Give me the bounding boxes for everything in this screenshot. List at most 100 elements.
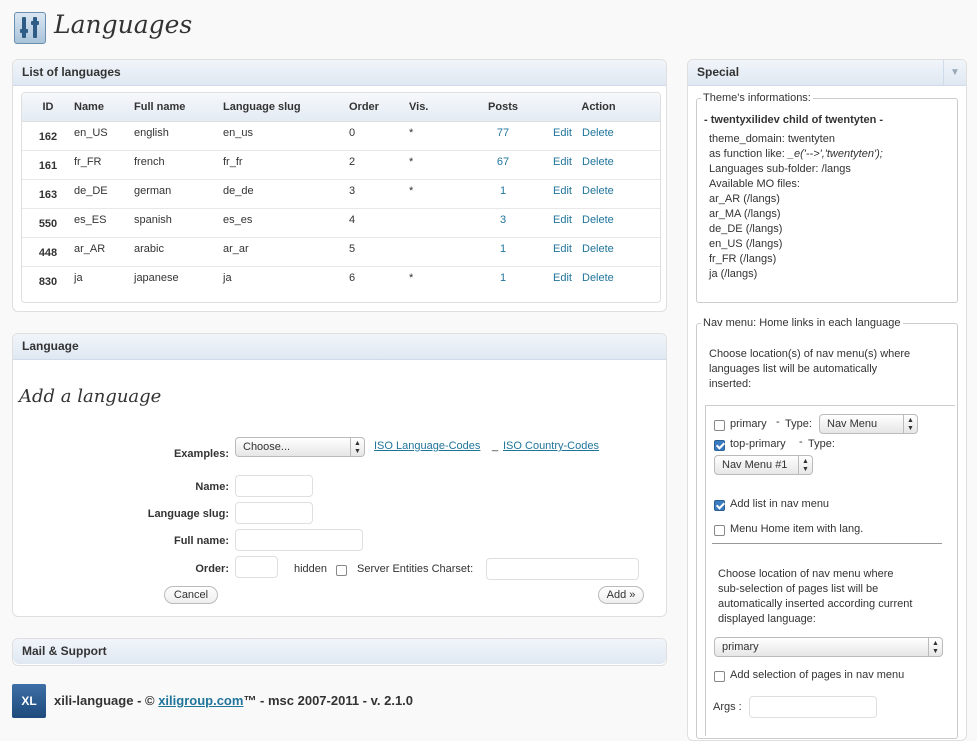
col-order[interactable]: Order	[349, 93, 409, 122]
mo-file-item: fr_FR (/langs)	[709, 253, 777, 265]
col-full-name[interactable]: Full name	[134, 93, 223, 122]
cell-slug: ja	[223, 272, 232, 284]
posts-count-link[interactable]: 1	[500, 243, 506, 255]
delete-link[interactable]: Delete	[582, 214, 614, 226]
order-input[interactable]	[235, 556, 278, 578]
cell-order: 6	[349, 272, 356, 284]
primary-location-label: primary	[730, 418, 767, 430]
table-row: 550 es_ES spanish es_es 4 3 Edit Delete	[22, 208, 660, 238]
top-primary-location-label: top-primary	[730, 438, 786, 450]
cell-order: 2	[349, 150, 409, 180]
mo-files-heading: Available MO files:	[709, 178, 800, 190]
posts-count-link[interactable]: 77	[497, 127, 509, 139]
select-arrows-icon: ▲ ▼	[798, 456, 812, 474]
theme-info-legend: Theme's informations:	[703, 92, 811, 104]
function-prefix: as function like:	[709, 148, 788, 160]
cancel-button[interactable]: Cancel	[164, 586, 218, 604]
iso-country-codes-link[interactable]: ISO Country-Codes	[503, 440, 599, 452]
edit-link[interactable]: Edit	[553, 127, 572, 139]
language-box-header[interactable]: Language	[13, 334, 666, 360]
table-row: 448 ar_AR arabic ar_ar 5 1 Edit Delete	[22, 237, 660, 267]
add-pages-checkbox[interactable]	[714, 671, 725, 682]
edit-link[interactable]: Edit	[553, 185, 572, 197]
hidden-checkbox[interactable]	[336, 565, 347, 576]
primary-type-select[interactable]: Nav Menu ▲ ▼	[819, 414, 918, 434]
pages-intro-line: Choose location of nav menu where	[718, 568, 894, 580]
col-action: Action	[537, 93, 660, 122]
add-list-label: Add list in nav menu	[730, 498, 830, 510]
examples-select[interactable]: Choose... ▲ ▼	[235, 437, 365, 457]
cell-slug: fr_fr	[223, 150, 349, 180]
col-posts[interactable]: Posts	[469, 93, 537, 122]
edit-link[interactable]: Edit	[553, 156, 572, 168]
examples-label: Examples:	[173, 448, 229, 460]
cell-order: 5	[349, 237, 409, 267]
special-box: Special ▼ Theme's informations: - twenty…	[687, 59, 967, 741]
home-item-checkbox[interactable]	[714, 525, 725, 536]
function-line: as function like: _e('-->','twentyten');	[709, 148, 883, 160]
table-row: 830 ja japanese ja 6 * 1 Edit Delete	[22, 267, 660, 296]
edit-link[interactable]: Edit	[553, 214, 572, 226]
list-of-languages-header[interactable]: List of languages	[13, 60, 666, 86]
cell-slug: en_us	[223, 121, 349, 151]
top-primary-location-checkbox[interactable]	[714, 440, 725, 451]
cell-name: es_ES	[74, 208, 134, 238]
mail-support-header[interactable]: Mail & Support	[13, 639, 666, 664]
cell-id: 162	[22, 121, 74, 151]
top-primary-type-select[interactable]: Nav Menu #1 ▲ ▼	[714, 455, 813, 475]
full-name-input[interactable]	[235, 529, 363, 551]
posts-count-link[interactable]: 1	[500, 185, 506, 197]
mo-file-item: ja (/langs)	[709, 268, 758, 280]
edit-link[interactable]: Edit	[553, 272, 572, 284]
cell-full-name: german	[134, 179, 223, 209]
collapse-toggle-icon[interactable]: ▼	[943, 60, 966, 85]
special-header[interactable]: Special	[688, 60, 966, 86]
delete-link[interactable]: Delete	[582, 243, 614, 255]
select-arrows-icon: ▲ ▼	[350, 438, 364, 456]
name-input[interactable]	[235, 475, 313, 497]
theme-domain: theme_domain: twentyten	[709, 133, 835, 145]
server-charset-input[interactable]	[486, 558, 639, 580]
posts-count-link[interactable]: 3	[500, 214, 506, 226]
args-input[interactable]	[749, 696, 877, 718]
mail-support-box: Mail & Support	[12, 638, 667, 666]
delete-link[interactable]: Delete	[582, 185, 614, 197]
iso-language-codes-link[interactable]: ISO Language-Codes	[374, 440, 480, 452]
add-list-checkbox[interactable]	[714, 500, 725, 511]
language-slug-input[interactable]	[235, 502, 313, 524]
primary-type-dash: -	[776, 416, 780, 428]
mo-file-item: en_US (/langs)	[709, 238, 783, 250]
table-row: 163 de_DE german de_de 3 * 1 Edit Delete	[22, 179, 660, 209]
posts-count-link[interactable]: 1	[500, 272, 506, 284]
cell-order: 0	[349, 121, 409, 151]
mo-file-item: ar_AR (/langs)	[709, 193, 780, 205]
cell-id: 161	[22, 150, 74, 180]
add-language-button[interactable]: Add »	[598, 586, 644, 604]
cell-name: en_US	[74, 121, 134, 151]
edit-link[interactable]: Edit	[553, 243, 572, 255]
page-title: Languages	[54, 10, 193, 39]
subfolder-line: Languages sub-folder: /langs	[709, 163, 851, 175]
col-language-slug[interactable]: Language slug	[223, 93, 349, 122]
primary-type-label: Type:	[785, 418, 812, 430]
delete-link[interactable]: Delete	[582, 272, 614, 284]
language-slug-label: Language slug:	[147, 508, 229, 520]
cell-vis: *	[409, 179, 469, 209]
cell-slug: es_es	[223, 208, 349, 238]
delete-link[interactable]: Delete	[582, 156, 614, 168]
cell-name: ja	[74, 272, 83, 284]
add-pages-label: Add selection of pages in nav menu	[730, 669, 905, 681]
cell-full-name: arabic	[134, 237, 223, 267]
posts-count-link[interactable]: 67	[497, 156, 509, 168]
col-id[interactable]: ID	[22, 93, 74, 122]
full-name-label: Full name:	[173, 535, 229, 547]
xiligroup-link[interactable]: xiligroup.com	[158, 693, 243, 708]
cell-id: 830	[38, 276, 58, 288]
pages-location-select[interactable]: primary ▲ ▼	[714, 637, 943, 657]
col-vis[interactable]: Vis.	[409, 93, 469, 122]
hidden-label: hidden	[294, 563, 328, 575]
primary-location-checkbox[interactable]	[714, 420, 725, 431]
cell-name: fr_FR	[74, 150, 134, 180]
col-name[interactable]: Name	[74, 93, 134, 122]
delete-link[interactable]: Delete	[582, 127, 614, 139]
